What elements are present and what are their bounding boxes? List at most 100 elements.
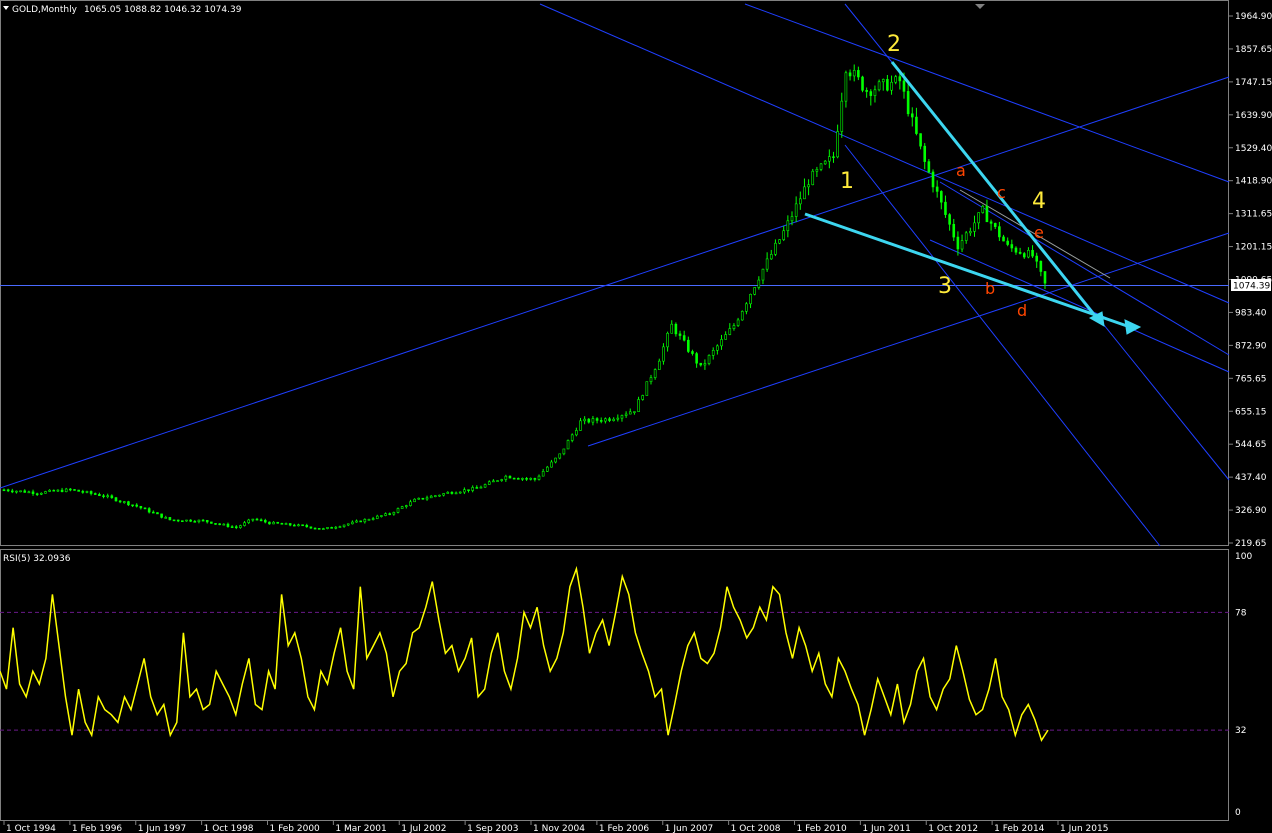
candle-body bbox=[226, 523, 230, 527]
candle-body bbox=[873, 89, 877, 96]
candle-body bbox=[1039, 260, 1043, 272]
candle-body bbox=[218, 523, 221, 526]
candle-body bbox=[915, 116, 918, 134]
candle-body bbox=[670, 323, 674, 334]
candle-body bbox=[794, 203, 798, 217]
candle-body bbox=[674, 323, 678, 335]
candle-body bbox=[691, 351, 694, 354]
candle-body bbox=[591, 418, 595, 423]
candle-body bbox=[616, 417, 620, 420]
candle-body bbox=[454, 492, 458, 495]
candle-body bbox=[587, 418, 591, 423]
candle-body bbox=[458, 491, 462, 494]
candle-body bbox=[210, 521, 213, 524]
candle-body bbox=[69, 488, 72, 491]
time-tick-label: 1 Feb 1996 bbox=[72, 824, 123, 833]
candle-body bbox=[417, 497, 421, 500]
candle-body bbox=[326, 527, 329, 529]
candle-body bbox=[172, 519, 176, 522]
candle-body bbox=[649, 377, 653, 382]
candle-body bbox=[284, 523, 288, 525]
candle-body bbox=[765, 258, 769, 270]
candle-body bbox=[902, 80, 906, 92]
candle-body bbox=[1010, 244, 1014, 249]
candle-body bbox=[293, 524, 296, 527]
candle-body bbox=[778, 239, 781, 244]
candle-body bbox=[263, 520, 267, 523]
price-tick-label: 1964.90 bbox=[1235, 12, 1272, 22]
candle-body bbox=[156, 512, 159, 515]
candle-body bbox=[23, 490, 27, 493]
rsi-tick-label: 78 bbox=[1235, 608, 1247, 618]
candle-body bbox=[504, 475, 508, 480]
candle-body bbox=[442, 493, 445, 496]
candle-body bbox=[960, 240, 964, 250]
candle-body bbox=[637, 399, 640, 412]
candle-body bbox=[288, 523, 292, 526]
candle-body bbox=[641, 395, 645, 400]
candle-body bbox=[40, 492, 43, 495]
candle-body bbox=[678, 333, 682, 336]
candle-body bbox=[375, 515, 379, 519]
candle-body bbox=[529, 478, 533, 480]
candle-body bbox=[450, 491, 454, 494]
candle-body bbox=[512, 477, 516, 480]
gold-monthly-chart[interactable]: GOLD,Monthly 1065.05 1088.82 1046.32 107… bbox=[0, 0, 1272, 833]
candle-body bbox=[948, 214, 951, 225]
candle-body bbox=[384, 513, 387, 516]
candle-body bbox=[931, 171, 935, 188]
candle-body bbox=[620, 415, 624, 419]
sub-wave-label-e: e bbox=[1034, 223, 1044, 242]
candle-body bbox=[554, 457, 557, 463]
candle-body bbox=[359, 520, 362, 523]
candle-body bbox=[653, 369, 657, 378]
candle-body bbox=[1031, 250, 1034, 257]
candle-body bbox=[977, 212, 980, 224]
candle-body bbox=[60, 489, 64, 493]
price-tick-label: 1201.15 bbox=[1235, 243, 1272, 253]
candle-body bbox=[612, 418, 615, 421]
candle-body bbox=[463, 489, 466, 493]
candle-body bbox=[952, 223, 956, 238]
candle-body bbox=[910, 113, 914, 118]
candle-body bbox=[956, 236, 960, 250]
sub-wave-label-a: a bbox=[956, 161, 966, 180]
candle-body bbox=[716, 345, 719, 351]
candle-body bbox=[969, 231, 972, 234]
candle-body bbox=[346, 523, 350, 526]
candle-body bbox=[724, 334, 727, 340]
candle-body bbox=[720, 339, 723, 347]
candle-body bbox=[259, 519, 263, 522]
time-tick-label: 1 Jun 2007 bbox=[665, 824, 713, 833]
candle-body bbox=[608, 418, 611, 421]
candle-body bbox=[305, 525, 309, 528]
candle-body bbox=[811, 170, 815, 186]
candle-body bbox=[114, 497, 118, 502]
candle-body bbox=[322, 528, 325, 530]
candle-body bbox=[1022, 253, 1026, 258]
candle-body bbox=[425, 497, 429, 500]
candle-body bbox=[840, 100, 844, 132]
candle-body bbox=[728, 328, 732, 335]
candle-body bbox=[857, 70, 860, 78]
candle-body bbox=[421, 497, 425, 500]
time-tick-label: 1 Jun 2015 bbox=[1060, 824, 1108, 833]
candle-body bbox=[371, 518, 375, 520]
candle-body bbox=[935, 186, 939, 192]
candle-body bbox=[367, 519, 371, 521]
candle-body bbox=[645, 381, 649, 396]
candle-body bbox=[894, 76, 897, 83]
candle-body bbox=[985, 205, 989, 223]
candle-body bbox=[881, 79, 885, 83]
candle-body bbox=[139, 505, 143, 509]
candle-body bbox=[666, 332, 669, 348]
candle-body bbox=[392, 512, 396, 515]
candle-body bbox=[1014, 247, 1018, 253]
candle-body bbox=[77, 489, 80, 492]
candle-body bbox=[52, 489, 56, 492]
candle-body bbox=[10, 490, 14, 493]
candle-body bbox=[380, 515, 383, 517]
candle-body bbox=[940, 191, 943, 203]
candle-body bbox=[815, 169, 819, 172]
candle-body bbox=[599, 420, 603, 422]
